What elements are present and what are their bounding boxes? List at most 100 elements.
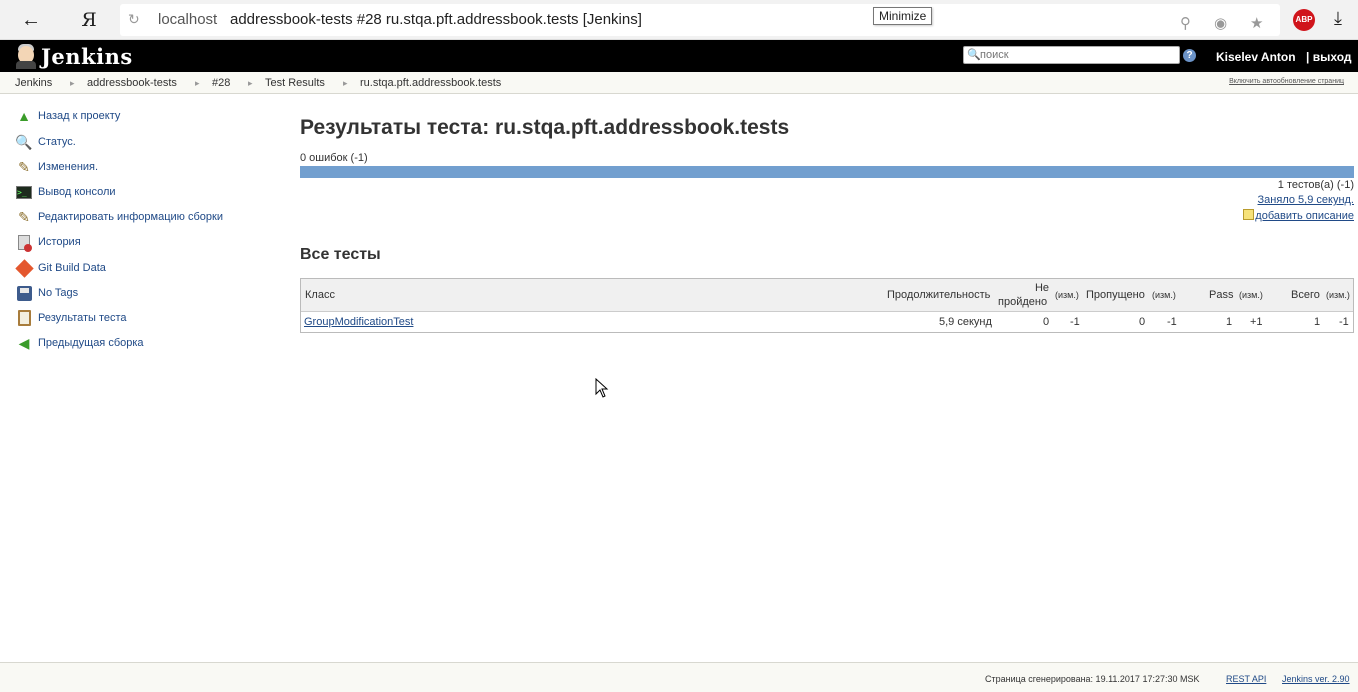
user-name-link[interactable]: Kiselev Anton [1216,50,1296,64]
adblock-icon[interactable]: ABP [1293,9,1315,31]
cell-pass-diff: +1 [1250,316,1263,328]
add-description-label: добавить описание [1255,210,1354,222]
magnifier-icon: 🔍 [15,133,33,150]
notepad-icon: ✎ [18,158,30,175]
note-edit-icon [1243,209,1255,220]
header-failed-line1[interactable]: Не [1034,282,1049,294]
test-progress-bar [300,166,1354,178]
header-class[interactable]: Класс [305,289,335,301]
floppy-icon [15,284,33,302]
search-icon: 🔍 [967,49,981,61]
sidebar-item-label: Статус. [38,136,76,148]
breadcrumb-chevron-icon: ▸ [70,78,75,88]
sidebar-item-edit-build-info[interactable]: ✎ Редактировать информацию сборки [15,208,223,226]
address-title: addressbook-tests #28 ru.stqa.pft.addres… [230,11,642,28]
sidebar-item-back-to-project[interactable]: ▲ Назад к проекту [15,107,120,125]
sidebar-item-test-results[interactable]: Результаты теста [15,309,127,327]
cell-total: 1 [1314,316,1321,328]
breadcrumb-item[interactable]: Test Results [265,77,325,89]
autorefresh-link[interactable]: Включить автообновление страниц [1229,78,1344,85]
section-title-all-tests: Все тесты [300,246,381,263]
sidebar-item-label: Изменения. [38,161,99,173]
cell-duration: 5,9 секунд [939,316,992,328]
browser-toolbar: ← Я ↻ localhost addressbook-tests #28 ru… [0,0,1358,40]
sidebar-item-label: История [38,236,81,248]
sidebar-item-label: Редактировать информацию сборки [38,211,223,223]
cell-total-diff: -1 [1339,316,1349,328]
left-arrow-icon: ◀ [18,334,30,351]
mouse-pointer-icon [595,378,609,398]
cell-skipped-diff: -1 [1167,316,1177,328]
breadcrumb-chevron-icon: ▸ [248,78,253,88]
header-duration[interactable]: Продолжительность [887,289,990,301]
yandex-logo-icon[interactable]: Я [78,8,100,32]
sidebar-item-status[interactable]: 🔍 Статус. [15,133,76,151]
address-host: localhost [158,11,218,28]
page-footer: Страница сгенерирована: 19.11.2017 17:27… [0,662,1358,692]
breadcrumb-chevron-icon: ▸ [343,78,348,88]
history-icon [15,233,33,252]
class-link[interactable]: GroupModificationTest [304,316,413,328]
sidebar-item-label: Назад к проекту [38,110,121,122]
header-total-diff[interactable]: (изм.) [1326,290,1350,300]
cell-pass: 1 [1226,316,1233,328]
test-results-table: Класс Продолжительность Не пройдено (изм… [300,278,1354,333]
header-skipped-diff[interactable]: (изм.) [1152,290,1176,300]
breadcrumb-item[interactable]: addressbook-tests [87,77,177,89]
header-skipped[interactable]: Пропущено [1086,289,1145,301]
jenkins-header: Jenkins 🔍 ? Kiselev Anton | выход [0,40,1358,72]
sidebar-item-no-tags[interactable]: No Tags [15,284,78,302]
cell-failed-diff: -1 [1070,316,1080,328]
header-pass-diff[interactable]: (изм.) [1239,290,1263,300]
jenkins-logo-text: Jenkins [41,43,133,69]
protect-icon[interactable]: ◉ [1214,14,1227,32]
sidebar-item-label: Git Build Data [38,262,106,274]
header-total[interactable]: Всего [1291,289,1320,301]
header-failed-line2[interactable]: пройдено [998,296,1047,308]
breadcrumb-item[interactable]: ru.stqa.pft.addressbook.tests [360,77,501,89]
breadcrumb-item[interactable]: Jenkins [15,77,52,89]
jenkins-butler-icon [14,43,38,69]
page-title: Результаты теста: ru.stqa.pft.addressboo… [300,116,790,139]
breadcrumb: Jenkins ▸ addressbook-tests ▸ #28 ▸ Test… [0,72,1358,94]
sidebar-item-git-build-data[interactable]: Git Build Data [14,258,106,278]
duration-link[interactable]: Заняло 5,9 секунд. [1258,194,1354,206]
clipboard-icon [15,309,33,327]
cell-skipped: 0 [1139,316,1146,328]
fail-count: 0 ошибок (-1) [300,152,368,164]
address-bar[interactable]: ↻ localhost addressbook-tests #28 ru.stq… [120,4,1280,36]
reload-icon[interactable]: ↻ [128,11,140,28]
search-box[interactable]: 🔍 [963,46,1180,64]
git-icon [14,258,34,278]
header-pass[interactable]: Pass [1209,289,1233,301]
sidebar-item-changes[interactable]: ✎ Изменения. [15,158,98,176]
test-count: 1 тестов(а) (-1) [1277,179,1354,191]
generated-timestamp: Страница сгенерирована: 19.11.2017 17:27… [985,674,1200,684]
sidebar-item-history[interactable]: История [15,233,81,252]
up-arrow-icon: ▲ [17,108,31,124]
logout-link[interactable]: | выход [1306,50,1351,64]
sidebar-item-label: Вывод консоли [38,186,116,198]
sidebar-item-label: Результаты теста [38,312,127,324]
breadcrumb-item[interactable]: #28 [212,77,230,89]
sidebar-item-console[interactable]: >_ Вывод консоли [15,183,116,201]
cell-failed: 0 [1043,316,1050,328]
edit-notepad-icon: ✎ [18,208,30,225]
bookmark-star-icon[interactable]: ★ [1250,14,1263,32]
sidebar-item-previous-build[interactable]: ◀ Предыдущая сборка [15,334,144,352]
add-description-link[interactable]: добавить описание [1243,209,1354,222]
help-icon[interactable]: ? [1183,49,1196,62]
search-page-icon[interactable]: ⚲ [1180,14,1191,32]
header-failed-diff[interactable]: (изм.) [1055,290,1079,300]
breadcrumb-chevron-icon: ▸ [195,78,200,88]
table-header: Класс Продолжительность Не пройдено (изм… [301,279,1353,312]
jenkins-logo[interactable]: Jenkins [14,42,133,70]
search-input[interactable] [980,48,1175,62]
sidebar-item-label: Предыдущая сборка [38,337,144,349]
back-arrow-icon[interactable]: ← [18,8,44,32]
terminal-icon: >_ [15,183,33,201]
jenkins-version-link[interactable]: Jenkins ver. 2.90 [1282,674,1350,684]
rest-api-link[interactable]: REST API [1226,674,1266,684]
minimize-tooltip: Minimize [873,7,933,25]
download-icon[interactable]: ⤓ [1334,8,1342,29]
